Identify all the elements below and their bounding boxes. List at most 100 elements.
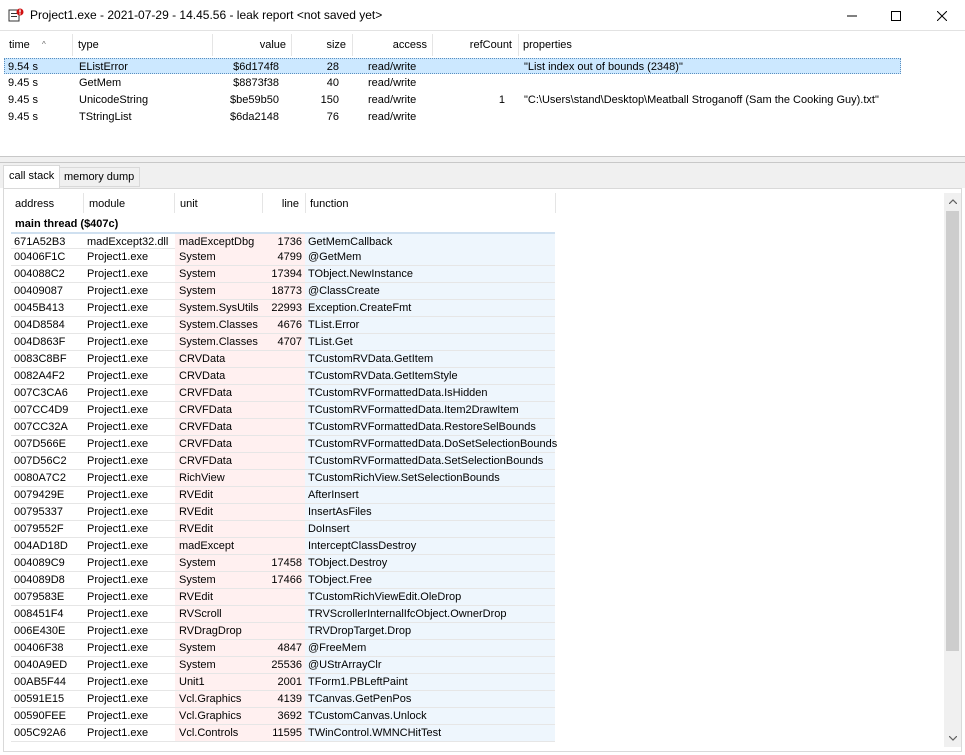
column-divider[interactable] [83,193,84,213]
stack-address: 007CC32A [14,421,68,433]
column-header-unit[interactable]: unit [180,198,198,210]
column-header-value[interactable]: value [212,37,286,53]
call-stack-row[interactable]: 00590FEE Project1.exe Vcl.Graphics 3692 TCus… [11,708,555,725]
call-stack-row[interactable]: 008451F4 Project1.exe RVScroll TRVScrollerI… [11,606,555,623]
call-stack-row[interactable]: 0040A9ED Project1.exe System 25536 @UStrArra… [11,657,555,674]
stack-module: Project1.exe [87,591,149,603]
stack-module: Project1.exe [87,404,149,416]
column-header-access[interactable]: access [352,37,427,53]
leak-type: TStringList [79,111,132,123]
call-stack-row[interactable]: 007C3CA6 Project1.exe CRVFData TCustomRVFor… [11,385,555,402]
call-stack-row[interactable]: 00406F1C Project1.exe System 4799 @GetMem [11,249,555,266]
call-stack-row[interactable]: 00409087 Project1.exe System 18773 @ClassCre… [11,283,555,300]
column-header-module[interactable]: module [89,198,125,210]
stack-address: 0040A9ED [14,659,68,671]
stack-unit: CRVFData [175,402,262,418]
call-stack-row[interactable]: 00795337 Project1.exe RVEdit InsertAsFiles [11,504,555,521]
column-header-type[interactable]: type [78,37,99,53]
maximize-button[interactable] [873,0,919,31]
stack-function: InterceptClassDestroy [305,538,555,554]
stack-module: Project1.exe [87,676,149,688]
call-stack-row[interactable]: 0079429E Project1.exe RVEdit AfterInsert [11,487,555,504]
stack-function: TRVDropTarget.Drop [305,623,555,639]
scrollbar-thumb[interactable] [946,211,959,651]
call-stack-row[interactable]: 0079552F Project1.exe RVEdit DoInsert [11,521,555,538]
column-divider[interactable] [305,193,306,213]
call-stack-grid[interactable]: address module unit line function main t… [3,188,962,752]
column-divider[interactable] [72,34,73,56]
tab-memory-dump[interactable]: memory dump [58,167,141,187]
call-stack-row[interactable]: 00406F38 Project1.exe System 4847 @FreeMem [11,640,555,657]
arrow-down-icon [948,736,957,741]
stack-module: Project1.exe [87,625,149,637]
call-stack-row[interactable]: 00AB5F44 Project1.exe Unit1 2001 TForm1.PBLe… [11,674,555,691]
call-stack-row[interactable]: 007D56C2 Project1.exe CRVFData TCustomRVFor… [11,453,555,470]
call-stack-row[interactable]: 007D566E Project1.exe CRVFData TCustomRVFor… [11,436,557,453]
tab-call-stack[interactable]: call stack [3,165,61,188]
leak-row[interactable]: 9.45 s GetMem $8873f38 40 read/write [4,75,901,91]
scroll-down-button[interactable] [944,730,961,747]
column-header-size[interactable]: size [291,37,346,53]
scroll-up-button[interactable] [944,193,961,210]
column-header-line[interactable]: line [262,198,299,210]
column-header-function[interactable]: function [310,198,349,210]
stack-unit: RVEdit [175,487,262,503]
call-stack-row[interactable]: 004AD18D Project1.exe madExcept InterceptCl… [11,538,555,555]
leak-value: $be59b50 [230,94,279,106]
stack-address: 00406F1C [14,251,66,263]
stack-line: 4676 [262,317,305,333]
call-stack-row[interactable]: 671A52B3 madExcept32.dll madExceptDbg 1736 G… [11,232,555,250]
vertical-scrollbar[interactable] [944,193,961,747]
stack-line: 22993 [262,300,305,316]
call-stack-row[interactable]: 006E430E Project1.exe RVDragDrop TRVDropTar… [11,623,555,640]
column-divider[interactable] [174,193,175,213]
call-stack-row[interactable]: 0080A7C2 Project1.exe RichView TCustomRichV… [11,470,555,487]
minimize-button[interactable] [829,0,875,31]
stack-function: TRVScrollerInternalIfcObject.OwnerDrop [305,606,555,622]
call-stack-row[interactable]: 007CC32A Project1.exe CRVFData TCustomRVFor… [11,419,555,436]
column-header-time[interactable]: time ^ [9,37,46,53]
stack-address: 00409087 [14,285,63,297]
leak-time: 9.45 s [8,94,38,106]
leak-row[interactable]: 9.45 s TStringList $6da2148 76 read/writ… [4,109,901,125]
call-stack-row[interactable]: 004D8584 Project1.exe System.Classes 4676 TL… [11,317,555,334]
column-divider[interactable] [555,193,556,213]
call-stack-row[interactable]: 0079583E Project1.exe RVEdit TCustomRichVie… [11,589,555,606]
stack-address: 007CC4D9 [14,404,69,416]
call-stack-row[interactable]: 004088C2 Project1.exe System 17394 TObject.N… [11,266,555,283]
close-button[interactable] [919,0,965,31]
leak-access: read/write [368,77,417,89]
call-stack-row[interactable]: 00591E15 Project1.exe Vcl.Graphics 4139 TCan… [11,691,555,708]
call-stack-row[interactable]: 004089D8 Project1.exe System 17466 TObject.F… [11,572,555,589]
column-header-refcount[interactable]: refCount [432,37,512,53]
stack-line [262,402,305,418]
stack-function: Exception.CreateFmt [305,300,555,316]
leak-time: 9.45 s [8,111,38,123]
call-stack-row[interactable]: 004089C9 Project1.exe System 17458 TObject.D… [11,555,555,572]
leak-list[interactable]: time ^ type value size access refCount p… [0,31,965,157]
call-stack-row[interactable]: 0045B413 Project1.exe System.SysUtils 22993… [11,300,555,317]
call-stack-row[interactable]: 0082A4F2 Project1.exe CRVData TCustomRVData… [11,368,555,385]
stack-line: 4847 [262,640,305,656]
stack-function: GetMemCallback [305,234,555,250]
leak-size: 150 [320,94,339,106]
call-stack-row[interactable]: 007CC4D9 Project1.exe CRVFData TCustomRVFor… [11,402,555,419]
leak-row[interactable]: 9.45 s UnicodeString $be59b50 150 read/w… [4,92,901,108]
column-header-properties[interactable]: properties [523,37,572,53]
call-stack-row[interactable]: 005C92A6 Project1.exe Vcl.Controls 11595 TWi… [11,725,555,742]
stack-unit: CRVFData [175,385,262,401]
stack-address: 005C92A6 [14,727,66,739]
leak-row[interactable]: 9.54 s EListError $6d174f8 28 read/write… [4,58,901,74]
leak-value: $6da2148 [230,111,279,123]
call-stack-row[interactable]: 0083C8BF Project1.exe CRVData TCustomRVData… [11,351,555,368]
stack-function: TCustomRVFormattedData.SetSelectionBound… [305,453,555,469]
stack-address: 007C3CA6 [14,387,68,399]
column-header-address[interactable]: address [15,198,54,210]
stack-function: @GetMem [305,249,555,265]
stack-module: Project1.exe [87,540,149,552]
leak-time: 9.45 s [8,77,38,89]
call-stack-row[interactable]: 004D863F Project1.exe System.Classes 4707 TL… [11,334,555,351]
column-divider[interactable] [518,34,519,56]
stack-function: InsertAsFiles [305,504,555,520]
stack-address: 004AD18D [14,540,68,552]
